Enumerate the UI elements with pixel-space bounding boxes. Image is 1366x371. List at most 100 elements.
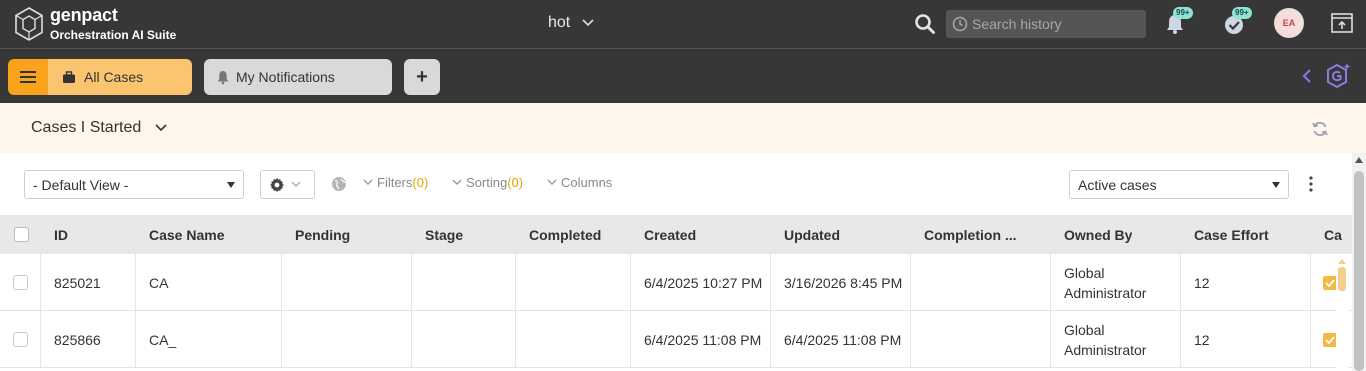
cell-pending: [282, 311, 412, 368]
column-header-stage[interactable]: Stage: [425, 215, 463, 254]
column-header-updated[interactable]: Updated: [784, 215, 840, 254]
filters-text: Filters: [377, 175, 413, 190]
scroll-up-arrow-icon[interactable]: [1355, 157, 1363, 163]
case-status-value: Active cases: [1078, 176, 1157, 193]
cell-created: 6/4/2025 11:08 PM: [631, 311, 771, 368]
column-header-completion[interactable]: Completion ...: [924, 215, 1052, 254]
cell-updated: 6/4/2025 11:08 PM: [771, 311, 911, 368]
column-header-case-name[interactable]: Case Name: [149, 215, 225, 254]
caret-down-icon: [1272, 182, 1280, 188]
columns-label: Columns: [561, 175, 613, 190]
sorting-text: Sorting: [466, 175, 508, 190]
select-all-cell: [14, 215, 29, 254]
add-tab-button[interactable]: +: [404, 59, 440, 95]
tasks-button[interactable]: 99+: [1222, 7, 1252, 36]
app-header: genpact Orchestration AI Suite hot 99+ 9…: [0, 0, 1366, 48]
checked-icon: [1323, 275, 1337, 290]
notifications-badge: 99+: [1173, 7, 1193, 19]
inner-scrollbar-thumb[interactable]: [1338, 267, 1346, 291]
cell-owned-by: Global Administrator: [1051, 254, 1181, 311]
table-header: ID Case Name Pending Stage Completed Cre…: [0, 215, 1352, 254]
globe-icon[interactable]: [331, 176, 347, 192]
tab-all-cases-label: All Cases: [84, 69, 144, 85]
tab-my-notifications-label: My Notifications: [236, 69, 335, 85]
column-header-case-effort[interactable]: Case Effort: [1194, 215, 1269, 254]
row-select-cell: [0, 311, 41, 368]
tab-bar: All Cases My Notifications +: [0, 48, 1366, 103]
search-history-box: [946, 10, 1146, 38]
case-list-selector[interactable]: Cases I Started: [31, 119, 167, 137]
chevron-down-icon: [547, 179, 557, 185]
table-row[interactable]: 825866 CA_ 6/4/2025 11:08 PM 6/4/2025 11…: [0, 311, 1352, 368]
row-checkbox[interactable]: [13, 275, 28, 290]
column-header-created[interactable]: Created: [644, 215, 696, 254]
column-header-pending[interactable]: Pending: [295, 215, 350, 254]
menu-button[interactable]: [8, 59, 48, 95]
user-avatar[interactable]: EA: [1274, 8, 1304, 38]
brand: genpact Orchestration AI Suite: [50, 5, 176, 43]
briefcase-icon: [63, 70, 75, 83]
cell-completed: [516, 311, 631, 368]
genpact-logo-icon[interactable]: [14, 6, 44, 42]
page-title: Cases I Started: [31, 119, 142, 136]
cell-case-name[interactable]: CA_: [136, 311, 282, 368]
workspace-label: hot: [548, 14, 571, 31]
cell-id: 825866: [41, 311, 136, 368]
filters-count: (0): [412, 175, 429, 190]
clock-icon: [952, 16, 968, 32]
cell-completion: [911, 254, 1051, 311]
cell-case-effort: 12: [1181, 311, 1311, 368]
hamburger-icon: [20, 71, 36, 83]
inner-scrollbar[interactable]: [1336, 257, 1348, 371]
chevron-down-icon: [582, 19, 594, 27]
page-scrollbar-thumb[interactable]: [1354, 171, 1364, 371]
column-header-id[interactable]: ID: [54, 215, 68, 254]
search-history-input[interactable]: [972, 16, 1142, 32]
tasks-badge: 99+: [1232, 7, 1252, 19]
brand-name: genpact: [50, 5, 118, 25]
gear-icon: [270, 177, 284, 192]
settings-dropdown[interactable]: [260, 170, 315, 199]
tab-all-cases[interactable]: All Cases: [48, 59, 192, 95]
select-all-checkbox[interactable]: [14, 227, 29, 242]
cell-case-name[interactable]: CA: [136, 254, 282, 311]
cases-table: ID Case Name Pending Stage Completed Cre…: [0, 215, 1352, 371]
case-status-select[interactable]: Active cases: [1069, 170, 1289, 199]
cell-pending: [282, 254, 412, 311]
refresh-icon[interactable]: [1311, 120, 1329, 138]
search-icon[interactable]: [914, 13, 936, 35]
columns-button[interactable]: Columns: [547, 175, 612, 190]
filters-button[interactable]: Filters(0): [363, 175, 428, 190]
ai-assistant-icon[interactable]: [1322, 61, 1352, 91]
sorting-button[interactable]: Sorting(0): [452, 175, 523, 190]
table-row[interactable]: 825021 CA 6/4/2025 10:27 PM 3/16/2026 8:…: [0, 254, 1352, 311]
tab-my-notifications[interactable]: My Notifications: [204, 59, 392, 95]
notifications-button[interactable]: 99+: [1163, 7, 1193, 36]
chevron-left-icon[interactable]: [1300, 67, 1314, 85]
bell-icon: [217, 70, 229, 84]
column-header-completed[interactable]: Completed: [529, 215, 601, 254]
row-select-cell: [0, 254, 41, 311]
chevron-down-icon: [363, 179, 373, 185]
open-window-icon[interactable]: [1330, 12, 1354, 34]
workspace-selector[interactable]: hot: [548, 14, 594, 32]
filters-label: Filters(0): [377, 175, 428, 190]
cell-case-effort: 12: [1181, 254, 1311, 311]
sorting-count: (0): [507, 175, 524, 190]
row-checkbox[interactable]: [13, 332, 28, 347]
more-options-icon[interactable]: [1304, 175, 1318, 193]
chevron-down-icon: [291, 181, 301, 187]
cell-created: 6/4/2025 10:27 PM: [631, 254, 771, 311]
cell-stage: [412, 254, 516, 311]
caret-down-icon: [227, 182, 235, 188]
view-select[interactable]: - Default View -: [24, 170, 244, 199]
column-header-ca[interactable]: Ca: [1324, 215, 1352, 254]
column-header-owned-by[interactable]: Owned By: [1064, 215, 1132, 254]
page-scrollbar[interactable]: [1352, 153, 1366, 371]
cell-completion: [911, 311, 1051, 368]
scroll-up-arrow-icon[interactable]: [1338, 259, 1346, 264]
view-select-value: - Default View -: [33, 176, 129, 193]
checked-icon: [1323, 332, 1337, 347]
cell-stage: [412, 311, 516, 368]
cell-owned-by: Global Administrator: [1051, 311, 1181, 368]
